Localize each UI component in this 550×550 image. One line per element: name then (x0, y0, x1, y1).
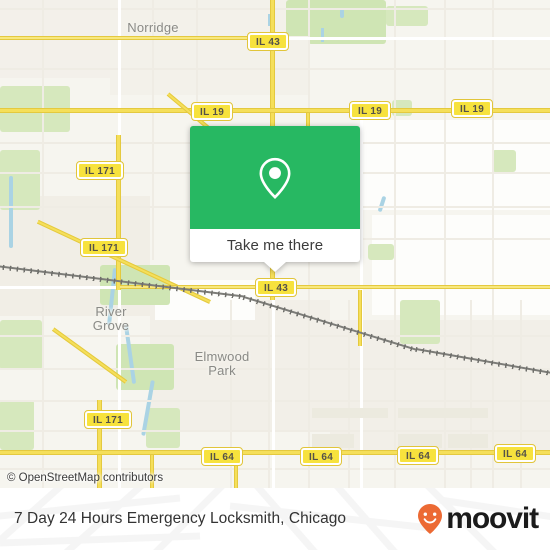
route-shield-il-19: IL 19 (450, 99, 494, 118)
map-street (268, 300, 270, 488)
route-shield-il-64: IL 64 (200, 447, 244, 466)
map-street (0, 8, 550, 10)
place-title: 7 Day 24 Hours Emergency Locksmith, Chic… (14, 510, 347, 527)
water-area (340, 9, 344, 18)
map-street (0, 468, 550, 470)
building-cluster (312, 434, 354, 448)
map-street (0, 335, 550, 337)
water-area (9, 176, 13, 248)
callout-pointer (264, 262, 286, 272)
map-street (42, 0, 44, 488)
map-callout-card[interactable]: Take me there (190, 126, 360, 272)
moovit-smiley-pin-icon (418, 504, 443, 534)
moovit-logo[interactable]: moovit (416, 502, 539, 535)
highway-il-171 (116, 135, 121, 290)
map-street (196, 0, 198, 120)
park-area (0, 320, 42, 370)
map-street (492, 0, 494, 488)
map-block (360, 120, 550, 210)
park-area (0, 150, 40, 210)
park-area (368, 244, 394, 260)
route-shield-il-19: IL 19 (190, 102, 234, 121)
route-shield-il-64: IL 64 (299, 447, 343, 466)
park-area (0, 400, 34, 450)
city-label-river-grove: River Grove (92, 304, 130, 333)
highway-il-64 (0, 450, 550, 455)
park-area (492, 150, 516, 172)
building-cluster (312, 408, 388, 418)
route-shield-il-171: IL 171 (84, 410, 132, 429)
map-street (0, 68, 550, 70)
footer-content: 7 Day 24 Hours Emergency Locksmith, Chic… (0, 488, 550, 550)
highway-connector (358, 290, 362, 346)
route-shield-il-171: IL 171 (76, 161, 124, 180)
route-shield-il-43: IL 43 (246, 32, 290, 51)
map-street (0, 368, 550, 370)
building-cluster (398, 408, 488, 418)
highway-feeder (0, 36, 252, 40)
city-label-elmwood-park: Elmwood Park (194, 349, 250, 378)
map-street (0, 430, 550, 432)
route-shield-il-19: IL 19 (348, 101, 392, 120)
footer-bar: 7 Day 24 Hours Emergency Locksmith, Chic… (0, 488, 550, 550)
map-street (360, 238, 550, 240)
building-cluster (398, 434, 442, 448)
moovit-wordmark: moovit (446, 502, 539, 535)
map-canvas[interactable]: Norridge River Grove Elmwood Park IL 43 … (0, 0, 550, 488)
route-shield-il-64: IL 64 (396, 446, 440, 465)
map-block (372, 215, 550, 315)
map-street (0, 400, 550, 402)
map-attribution: © OpenStreetMap contributors (7, 472, 164, 484)
take-me-there-label: Take me there (226, 237, 324, 254)
take-me-there-button[interactable]: Take me there (190, 229, 360, 262)
callout-header (190, 126, 360, 229)
route-shield-il-43: IL 43 (254, 278, 298, 297)
route-shield-il-64: IL 64 (493, 444, 537, 463)
building-cluster (448, 434, 488, 448)
map-screenshot: Norridge River Grove Elmwood Park IL 43 … (0, 0, 550, 550)
map-street (470, 300, 472, 488)
location-pin-icon (259, 157, 291, 199)
map-street (394, 0, 396, 488)
city-label-norridge: Norridge (127, 20, 179, 35)
park-area (146, 408, 180, 448)
park-area (286, 0, 316, 36)
park-area (400, 300, 440, 344)
route-shield-il-171: IL 171 (80, 238, 128, 257)
